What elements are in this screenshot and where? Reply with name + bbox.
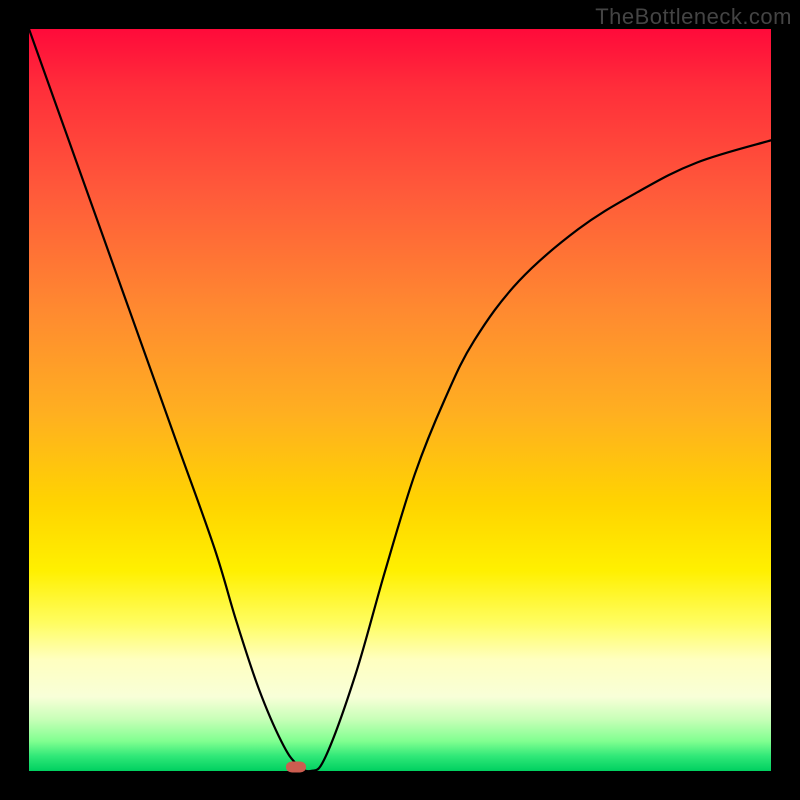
- chart-frame: TheBottleneck.com: [0, 0, 800, 800]
- optimal-point-marker: [286, 762, 306, 773]
- bottleneck-curve-path: [29, 29, 771, 771]
- watermark-text: TheBottleneck.com: [595, 4, 792, 30]
- curve-svg: [29, 29, 771, 771]
